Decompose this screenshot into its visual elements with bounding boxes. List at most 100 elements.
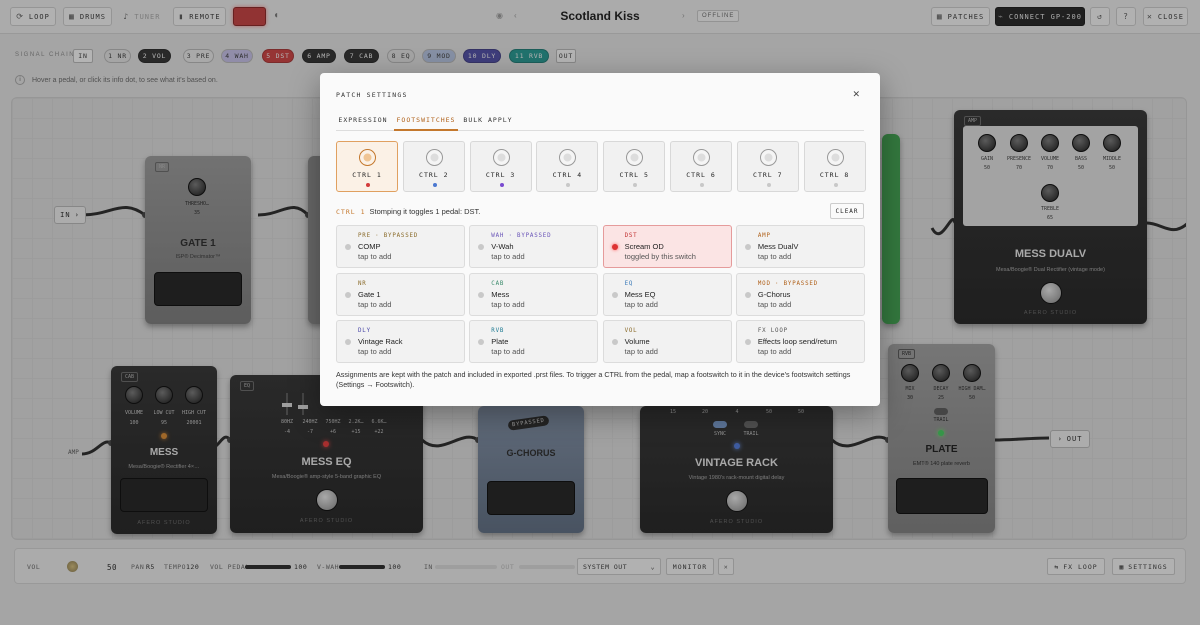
tab-expression[interactable]: EXPRESSION [336, 116, 390, 131]
slot-state: tap to add [757, 299, 792, 309]
ctrl-color-dot [833, 183, 838, 187]
slot-pedal-name: Gate 1 [358, 289, 381, 299]
ctrl-info-key: CTRL 1 [336, 208, 366, 216]
slot-status-dot [478, 291, 485, 298]
slot-pedal-name: Mess [491, 289, 510, 299]
slot-status-dot [611, 291, 618, 298]
pedal-slot[interactable]: VOL Volume tap to add [602, 320, 732, 363]
pedal-slot[interactable]: FX LOOP Effects loop send/return tap to ad… [735, 320, 865, 363]
footswitch-icon [492, 149, 510, 166]
ctrl-color-dot [566, 183, 571, 187]
footswitch-icon [759, 149, 777, 166]
slot-state: tap to add [358, 347, 392, 356]
footswitch-icon [693, 149, 710, 166]
slot-state: tap to add [624, 299, 658, 309]
slot-category: CAB [491, 280, 505, 287]
pedal-slot[interactable]: MOD · BYPASSED G-Chorus tap to add [735, 272, 865, 316]
slot-pedal-name: Vintage Rack [358, 337, 403, 346]
slot-pedal-name: COMP [358, 242, 381, 251]
pedal-slot[interactable]: RVB Plate tap to add [469, 320, 599, 363]
ctrl-switch-7[interactable]: CTRL 7 [736, 141, 799, 192]
ctrl-switch-3[interactable]: CTRL 3 [469, 141, 532, 192]
pedal-slot[interactable]: WAH · BYPASSED V-Wah tap to add [469, 225, 599, 268]
slot-status-dot [478, 339, 485, 345]
slot-state: tap to add [757, 252, 792, 261]
footswitch-icon [826, 149, 844, 166]
ctrl-switch-2[interactable]: CTRL 2 [402, 141, 465, 192]
pedal-slot[interactable]: EQ Mess EQ tap to add [602, 272, 732, 316]
slot-pedal-name: Mess EQ [624, 289, 656, 299]
slot-state: tap to add [358, 252, 392, 261]
slot-pedal-name: Effects loop send/return [757, 337, 837, 346]
slot-category: RVB [491, 328, 505, 334]
slot-pedal-name: Scream OD [624, 242, 664, 251]
ctrl-label: CTRL 1 [352, 171, 382, 179]
slot-status-dot [744, 244, 751, 250]
slot-category: EQ [624, 280, 634, 287]
slot-status-dot [611, 244, 618, 250]
slot-status-dot [744, 291, 751, 298]
ctrl-switch-5[interactable]: CTRL 5 [603, 141, 666, 192]
slot-pedal-name: Volume [624, 337, 650, 346]
ctrl-color-dot [766, 183, 771, 187]
ctrl-info: CTRL 1 Stomping it toggles 1 pedal: DST. [336, 207, 480, 216]
ctrl-color-dot [700, 183, 704, 187]
pedal-slot[interactable]: PRE · BYPASSED COMP tap to add [336, 225, 465, 268]
ctrl-color-dot [366, 183, 370, 187]
close-icon[interactable]: ✕ [852, 89, 860, 100]
modal-note: Assignments are kept with the patch and … [336, 370, 851, 389]
slot-status-dot [345, 339, 351, 345]
slot-status-dot [744, 339, 751, 345]
slot-pedal-name: V-Wah [491, 242, 514, 251]
slot-status-dot [345, 244, 351, 250]
pedal-slot[interactable]: AMP Mess DualV tap to add [735, 225, 865, 268]
slot-state: tap to add [491, 347, 525, 356]
slot-category: DLY [358, 328, 371, 334]
slot-category: FX LOOP [757, 328, 788, 334]
slot-category: PRE · BYPASSED [358, 233, 419, 239]
ctrl-switch-6[interactable]: CTRL 6 [670, 141, 732, 192]
modal-tabs: EXPRESSION FOOTSWITCHES BULK APPLY [336, 113, 864, 131]
ctrl-switch-4[interactable]: CTRL 4 [536, 141, 599, 192]
pedal-slot[interactable]: DST Scream OD toggled by this switch [602, 225, 732, 268]
footswitch-icon [425, 149, 443, 166]
footswitch-icon [359, 149, 376, 166]
ctrl-switch-8[interactable]: CTRL 8 [803, 141, 866, 192]
ctrl-label: CTRL 7 [753, 171, 783, 179]
ctrl-label: CTRL 5 [619, 171, 649, 179]
slot-status-dot [345, 291, 351, 298]
slot-state: tap to add [624, 347, 658, 356]
slot-category: VOL [624, 328, 638, 334]
pedal-slot[interactable]: DLY Vintage Rack tap to add [336, 320, 465, 363]
tab-bulk-apply[interactable]: BULK APPLY [462, 116, 514, 131]
ctrl-label: CTRL 2 [419, 171, 449, 179]
ctrl-color-dot [432, 183, 437, 187]
ctrl-label: CTRL 4 [552, 171, 583, 179]
slot-state: tap to add [491, 252, 525, 261]
tab-footswitches[interactable]: FOOTSWITCHES [394, 116, 458, 131]
slot-pedal-name: Mess DualV [757, 242, 799, 251]
slot-state: tap to add [757, 347, 792, 356]
slot-pedal-name: G-Chorus [757, 289, 791, 299]
pedal-slot[interactable]: CAB Mess tap to add [469, 272, 599, 316]
slot-status-dot [611, 339, 618, 345]
slot-category: NR [358, 280, 367, 287]
clear-button[interactable]: CLEAR [830, 203, 864, 219]
slot-category: WAH · BYPASSED [491, 233, 552, 239]
slot-state: tap to add [358, 299, 392, 309]
pedal-slot[interactable]: NR Gate 1 tap to add [336, 272, 465, 316]
slot-state: tap to add [491, 299, 525, 309]
footswitch-icon [559, 149, 577, 166]
ctrl-color-dot [633, 183, 638, 187]
ctrl-info-text: Stomping it toggles 1 pedal: DST. [369, 207, 481, 216]
patch-settings-modal: PATCH SETTINGS ✕ EXPRESSION FOOTSWITCHES… [320, 73, 880, 406]
ctrl-label: CTRL 6 [686, 171, 716, 179]
ctrl-color-dot [499, 183, 504, 187]
modal-title: PATCH SETTINGS [336, 91, 408, 99]
footswitch-icon [626, 149, 644, 166]
ctrl-switch-1[interactable]: CTRL 1 [336, 141, 398, 192]
slot-category: MOD · BYPASSED [757, 280, 818, 287]
slot-pedal-name: Plate [491, 337, 509, 346]
slot-status-dot [478, 244, 485, 250]
slot-category: AMP [757, 233, 771, 239]
